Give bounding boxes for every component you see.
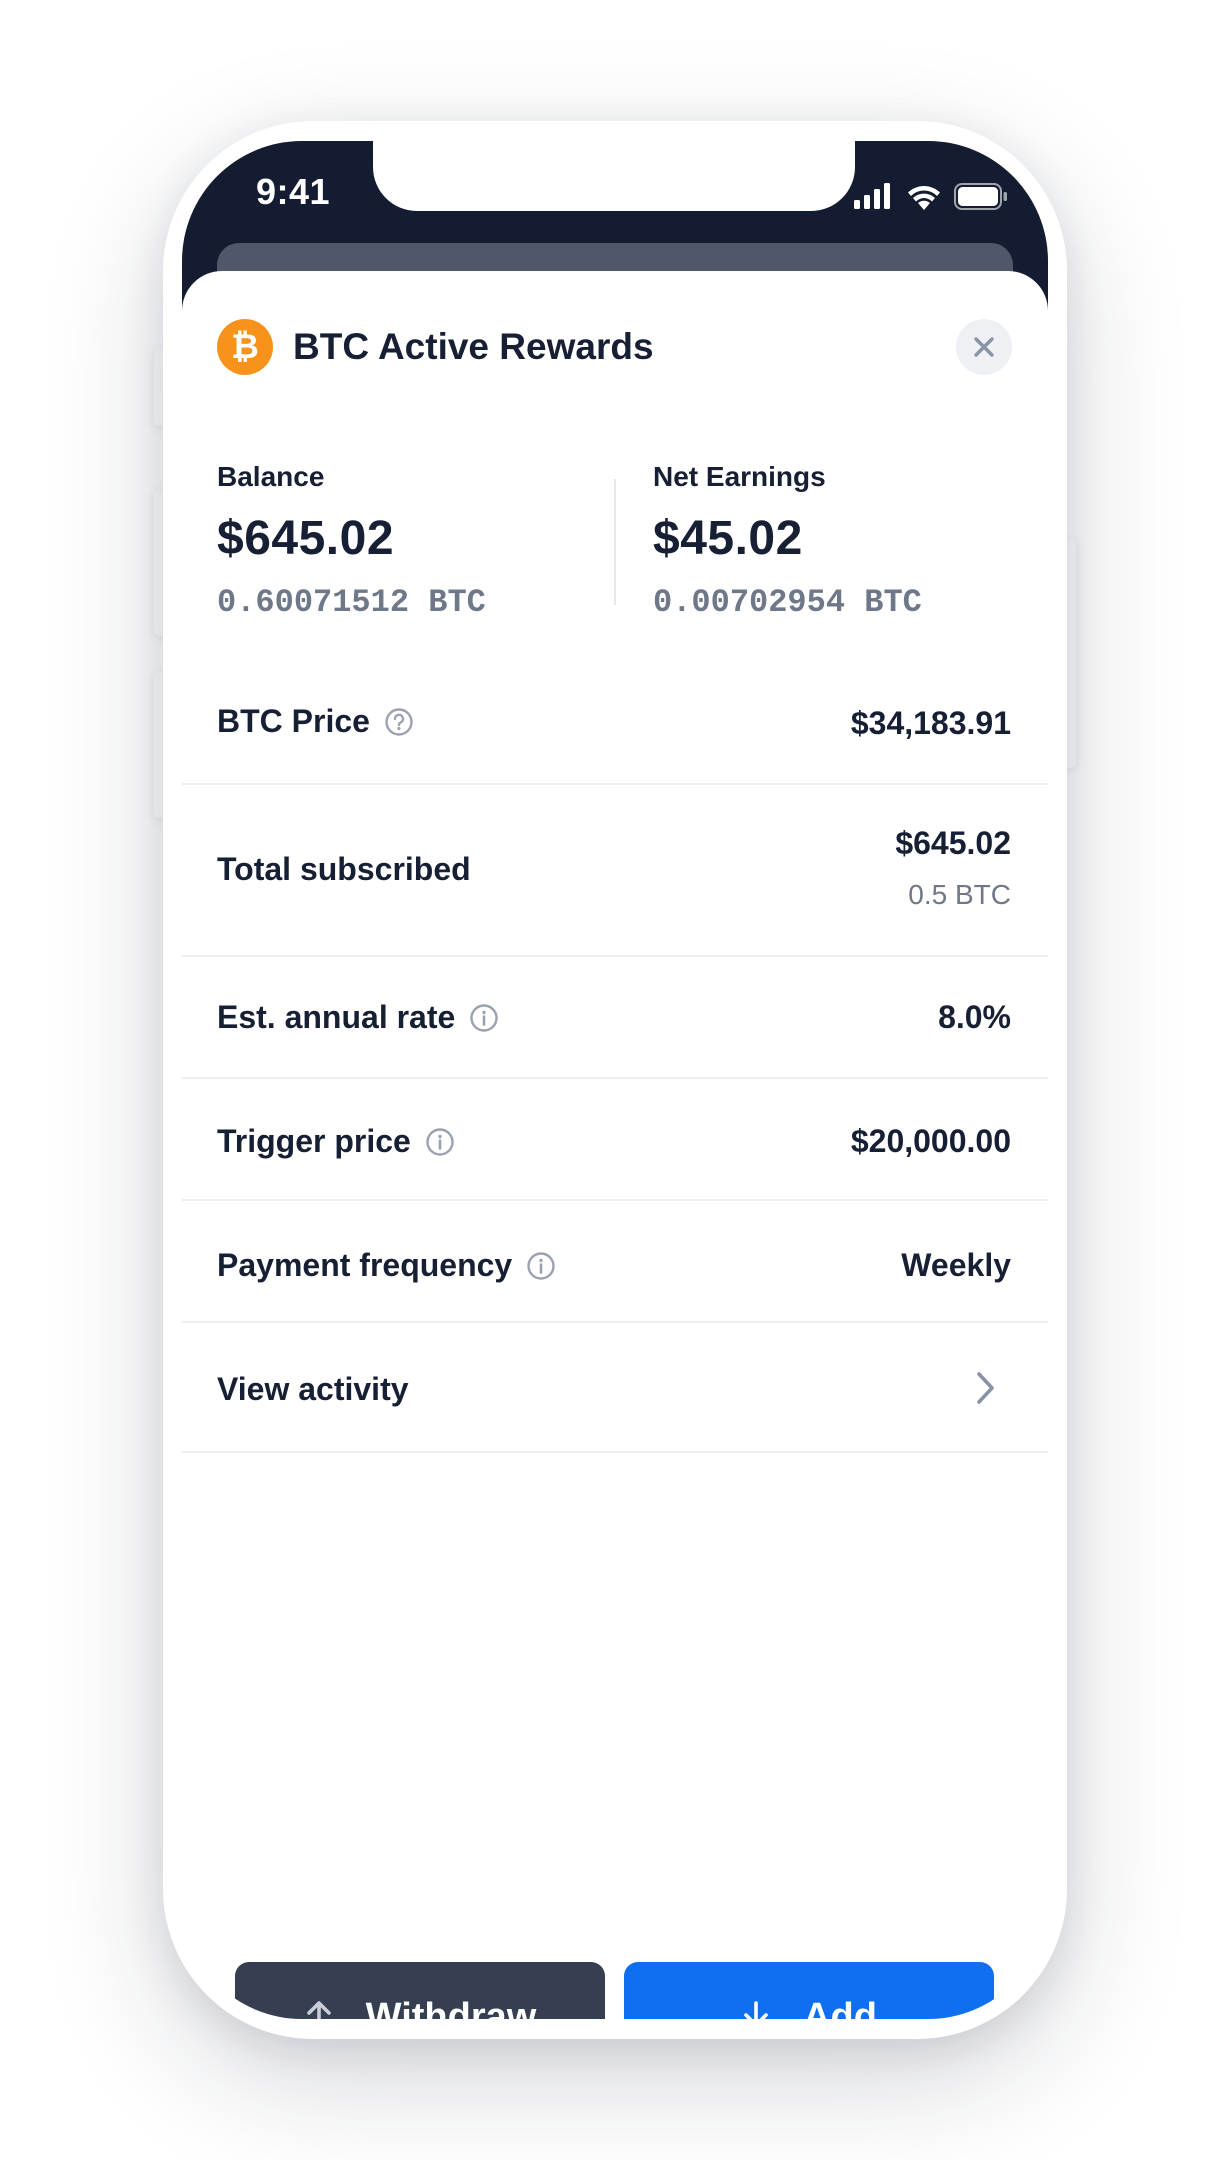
question-circle-icon[interactable] — [384, 707, 414, 737]
add-label: Add — [803, 1995, 877, 2020]
net-earnings-amount: $45.02 — [653, 512, 803, 565]
trigger-price-label-wrap: Trigger price — [217, 1123, 455, 1160]
info-circle-icon[interactable] — [425, 1127, 455, 1157]
payment-frequency-row: Payment frequency Weekly — [182, 1201, 1048, 1323]
status-time: 9:41 — [256, 171, 331, 212]
total-subscribed-row: Total subscribed $645.02 0.5 BTC — [182, 785, 1048, 957]
close-icon — [974, 337, 994, 357]
canvas: 9:41 ₿ BTC Active Rewards Balance $645.0… — [0, 0, 1229, 2160]
payment-frequency-value: Weekly — [901, 1247, 1011, 1283]
net-earnings-block: Net Earnings $45.02 0.00702954 BTC — [653, 461, 922, 621]
btc-price-row: BTC Price $34,183.91 — [182, 663, 1048, 785]
sheet-header: ₿ BTC Active Rewards — [217, 319, 654, 375]
balance-label: Balance — [217, 461, 325, 492]
btc-price-value: $34,183.91 — [850, 705, 1011, 741]
total-subscribed-value: $645.02 — [895, 825, 1011, 861]
balance-btc: 0.60071512 BTC — [217, 584, 486, 621]
annual-rate-label: Est. annual rate — [217, 999, 456, 1035]
chevron-right-icon — [977, 1372, 994, 1404]
bitcoin-icon: ₿ — [217, 319, 273, 375]
rewards-sheet: ₿ BTC Active Rewards Balance $645.02 0.6… — [182, 271, 1048, 2019]
annual-rate-value: 8.0% — [938, 999, 1011, 1035]
info-circle-icon[interactable] — [526, 1251, 556, 1281]
balance-divider — [614, 479, 616, 605]
balance-amount: $645.02 — [217, 512, 395, 565]
upload-icon — [306, 2001, 331, 2019]
trigger-price-row: Trigger price $20,000.00 — [182, 1079, 1048, 1201]
battery-icon — [954, 182, 1007, 210]
payment-frequency-label-wrap: Payment frequency — [217, 1247, 556, 1284]
net-earnings-btc: 0.00702954 BTC — [653, 584, 922, 621]
wifi-icon — [908, 185, 940, 210]
view-activity-row[interactable]: View activity — [182, 1323, 1048, 1453]
add-button[interactable]: Add — [624, 1962, 994, 2019]
view-activity-label: View activity — [217, 1371, 409, 1407]
phone-notch — [373, 141, 855, 211]
total-subscribed-btc: 0.5 BTC — [908, 879, 1011, 910]
status-icons — [854, 181, 1008, 211]
phone-screen: 9:41 ₿ BTC Active Rewards Balance $645.0… — [182, 141, 1048, 2019]
annual-rate-row: Est. annual rate 8.0% — [182, 957, 1048, 1079]
trigger-price-label: Trigger price — [217, 1123, 411, 1159]
info-circle-icon[interactable] — [469, 1003, 499, 1033]
payment-frequency-label: Payment frequency — [217, 1247, 513, 1283]
withdraw-label: Withdraw — [365, 1995, 537, 2020]
balance-block: Balance $645.02 0.60071512 BTC — [217, 461, 486, 621]
close-button[interactable] — [956, 319, 1012, 375]
sheet-title: BTC Active Rewards — [293, 326, 654, 367]
signal-icon — [854, 183, 890, 209]
btc-price-label: BTC Price — [217, 703, 370, 739]
annual-rate-label-wrap: Est. annual rate — [217, 999, 499, 1036]
trigger-price-value: $20,000.00 — [850, 1123, 1011, 1159]
total-subscribed-label: Total subscribed — [217, 851, 471, 887]
withdraw-button[interactable]: Withdraw — [235, 1962, 605, 2019]
btc-price-label-wrap: BTC Price — [217, 703, 414, 740]
download-icon — [744, 2001, 768, 2019]
net-earnings-label: Net Earnings — [653, 461, 826, 492]
